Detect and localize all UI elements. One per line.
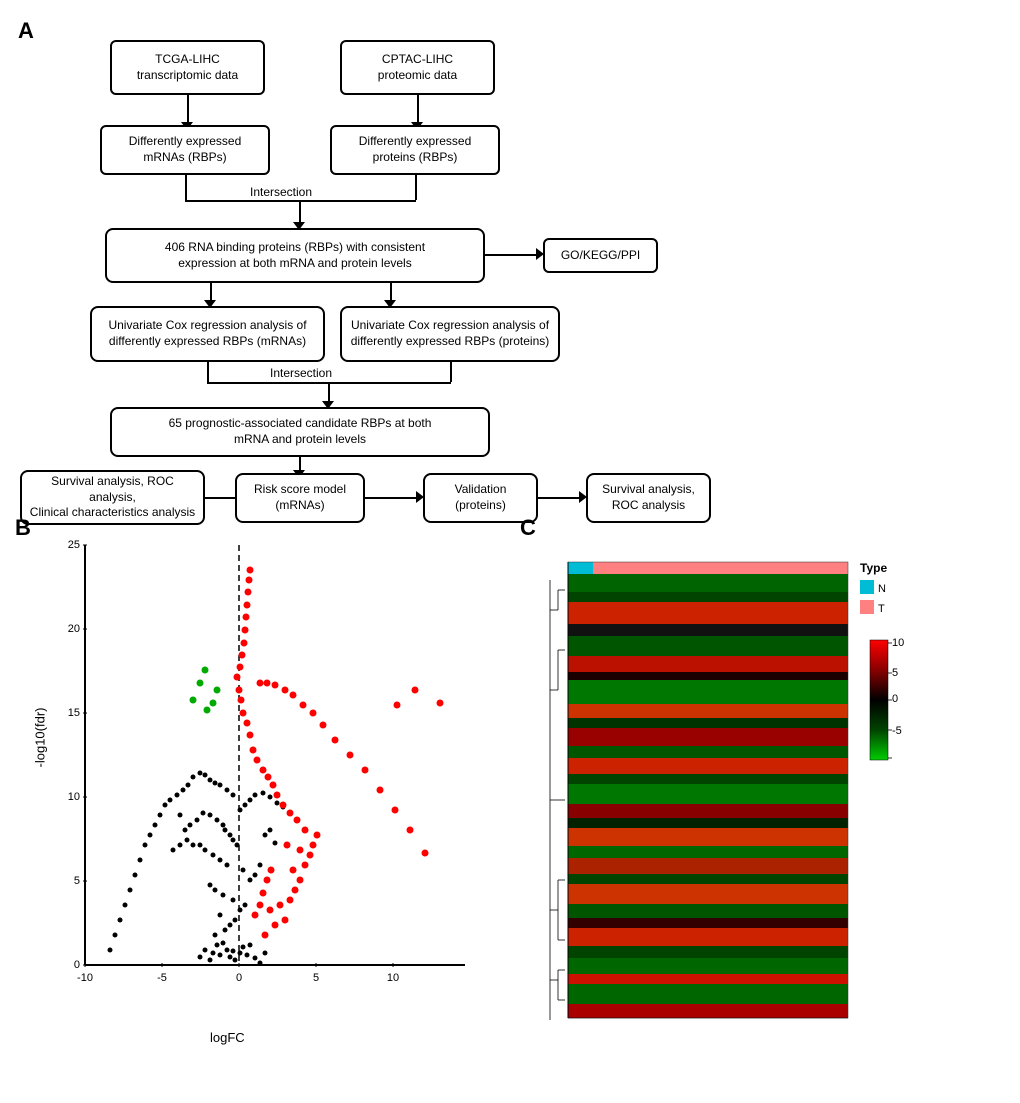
arrow-demrna-intersect [185,175,187,200]
svg-text:0: 0 [236,972,242,984]
arrow-cptac-down [417,95,419,125]
arrow-tcga-down [187,95,189,125]
svg-text:Type: Type [860,561,887,575]
arrow-validation-sroc [538,497,583,499]
arrow-406-gokegg [485,254,540,256]
svg-text:5: 5 [892,667,898,679]
panel-c: Type N T [510,510,1020,1070]
svg-text:5: 5 [74,875,80,887]
panel-b: -log10(fdr) logFC 0 5 10 15 20 25 [10,510,500,1070]
intersection-label-1: Intersection [250,185,312,199]
svg-text:-5: -5 [157,972,167,984]
arrow-coxprot-intersect2 [450,362,452,382]
go-kegg-box: GO/KEGG/PPI [543,238,658,273]
de-mrna-box: Differently expressedmRNAs (RBPs) [100,125,270,175]
cptac-box: CPTAC-LIHCproteomic data [340,40,495,95]
arrow-coxmrna-intersect2 [207,362,209,382]
x-axis-label: logFC [210,1030,245,1045]
cox-mrna-box: Univariate Cox regression analysis ofdif… [90,306,325,362]
intersection-label-2: Intersection [270,366,332,380]
svg-text:10: 10 [68,791,80,803]
svg-text:25: 25 [68,539,80,551]
svg-text:-5: -5 [892,725,902,737]
arrow-risk-validation [365,497,420,499]
svg-text:10: 10 [892,637,904,649]
svg-text:0: 0 [892,693,898,705]
tcga-box: TCGA-LIHCtranscriptomic data [110,40,265,95]
svg-text:15: 15 [68,707,80,719]
de-prot-box: Differently expressedproteins (RBPs) [330,125,500,175]
cox-prot-box: Univariate Cox regression analysis ofdif… [340,306,560,362]
svg-text:T: T [878,603,885,615]
svg-text:N: N [878,583,886,595]
svg-text:-10: -10 [77,972,93,984]
svg-text:0: 0 [74,959,80,971]
heatmap-svg: Type N T [520,530,1020,1070]
rbp-65-box: 65 prognostic-associated candidate RBPs … [110,407,490,457]
svg-text:20: 20 [68,623,80,635]
svg-text:5: 5 [313,972,319,984]
rbp-406-box: 406 RNA binding proteins (RBPs) with con… [105,228,485,283]
arrow-deprot-intersect [415,175,417,200]
svg-text:10: 10 [387,972,399,984]
volcano-svg: 0 5 10 15 20 25 -10 -5 0 5 10 [45,535,475,1005]
